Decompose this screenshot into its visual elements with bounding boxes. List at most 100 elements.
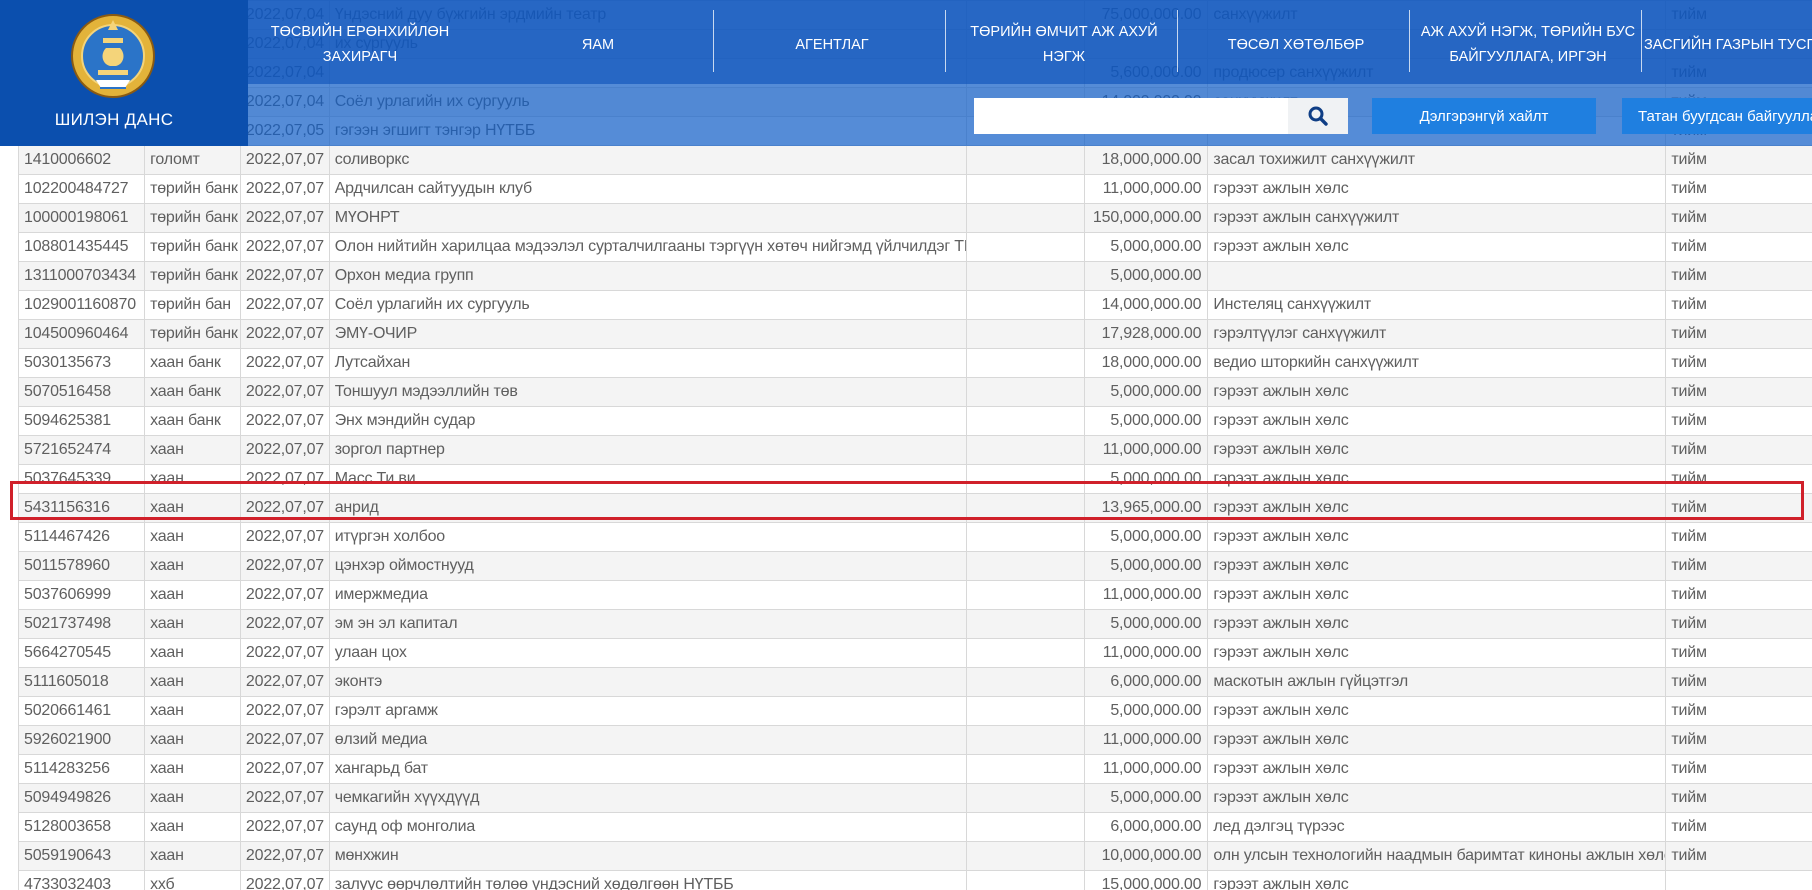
- table-row[interactable]: 1029001160870 төрийн бан 2022,07,07 Соёл ур…: [18, 290, 1812, 320]
- table-row[interactable]: 108801435445 төрийн банк 2022,07,07 Олон ни…: [18, 232, 1812, 262]
- cell-date: 2022,07,07: [239, 754, 330, 784]
- cell-bank: хаан: [144, 522, 241, 552]
- advanced-search-button[interactable]: Дэлгэрэнгүй хайлт: [1372, 98, 1596, 134]
- cell-amount: 14,000,000.00: [1084, 290, 1209, 320]
- table-row[interactable]: 5037606999 хаан 2022,07,07 имержмедиа 11,000…: [18, 580, 1812, 610]
- table-row[interactable]: 5431156316 хаан 2022,07,07 анрид 13,965,000.…: [18, 493, 1812, 523]
- cell-blank: [966, 174, 1086, 204]
- cell-description: Инстеляц санхүүжилт: [1207, 290, 1667, 320]
- table-row[interactable]: 5030135673 хаан банк 2022,07,07 Лутсайхан 18…: [18, 348, 1812, 378]
- cell-account: 5059190643: [18, 841, 146, 871]
- table-row[interactable]: 5111605018 хаан 2022,07,07 эконтэ 6,000,000.…: [18, 667, 1812, 697]
- table-row[interactable]: 5037645339 хаан 2022,07,07 Масс Ти ви 5,000,…: [18, 464, 1812, 494]
- cell-recipient: ЭМҮ-ОЧИР: [328, 319, 968, 349]
- cell-date: 2022,07,07: [239, 290, 330, 320]
- table-row[interactable]: 5011578960 хаан 2022,07,07 цэнхэр оймостнуу…: [18, 551, 1812, 581]
- table-row[interactable]: 5059190643 хаан 2022,07,07 мөнхжин 10,000,00…: [18, 841, 1812, 871]
- cell-amount: 6,000,000.00: [1084, 812, 1209, 842]
- cell-description: [1207, 261, 1667, 291]
- table-row[interactable]: 5070516458 хаан банк 2022,07,07 Тоншуул мэд…: [18, 377, 1812, 407]
- cell-blank: [966, 754, 1086, 784]
- cell-recipient: Масс Ти ви: [328, 464, 968, 494]
- cell-amount: 5,000,000.00: [1084, 522, 1209, 552]
- table-row[interactable]: 5128003658 хаан 2022,07,07 саунд оф монголи…: [18, 812, 1812, 842]
- cell-bank: хаан: [144, 638, 241, 668]
- cell-description: гэрээт ажлын хөлс: [1207, 870, 1667, 890]
- nav-item-1[interactable]: ТӨСВИЙН ЕРӨНХИЙЛӨН ЗАХИРАГЧ: [250, 14, 470, 76]
- cell-account: 5030135673: [18, 348, 146, 378]
- nav-separator: [1641, 10, 1642, 72]
- table-row[interactable]: 5114467426 хаан 2022,07,07 итүргэн холбоо 5,…: [18, 522, 1812, 552]
- search-input[interactable]: [974, 98, 1288, 134]
- cell-amount: 5,000,000.00: [1084, 551, 1209, 581]
- cell-account: 5926021900: [18, 725, 146, 755]
- search-button[interactable]: [1288, 98, 1348, 134]
- table-row[interactable]: 1410006602 голомт 2022,07,07 соливоркс 18,00…: [18, 145, 1812, 175]
- cell-recipient: чемкагийн хүүхдүүд: [328, 783, 968, 813]
- nav-separator: [1409, 10, 1410, 72]
- nav-separator: [1177, 10, 1178, 72]
- nav-item-5[interactable]: ТӨСӨЛ ХӨТӨЛБӨР: [1180, 14, 1412, 76]
- cell-recipient: имержмедиа: [328, 580, 968, 610]
- cell-description: гэрээт ажлын хөлс: [1207, 464, 1667, 494]
- cell-recipient: Лутсайхан: [328, 348, 968, 378]
- cell-bank: хаан: [144, 609, 241, 639]
- cell-date: 2022,07,07: [239, 406, 330, 436]
- table-row[interactable]: 5721652474 хаан 2022,07,07 зоргол партнер 11…: [18, 435, 1812, 465]
- table-row[interactable]: 5664270545 хаан 2022,07,07 улаан цох 11,000,…: [18, 638, 1812, 668]
- table-row[interactable]: 5094949826 хаан 2022,07,07 чемкагийн хүүхдү…: [18, 783, 1812, 813]
- table-row[interactable]: 1311000703434 төрийн банк 2022,07,07 Орхон …: [18, 261, 1812, 291]
- table-row[interactable]: 100000198061 төрийн банк 2022,07,07 МҮОНРТ 1…: [18, 203, 1812, 233]
- cell-account: 5021737498: [18, 609, 146, 639]
- cell-recipient: улаан цох: [328, 638, 968, 668]
- cell-description: гэрээт ажлын хөлс: [1207, 696, 1667, 726]
- cell-blank: [966, 609, 1086, 639]
- cell-date: 2022,07,07: [239, 580, 330, 610]
- cell-bank: хаан: [144, 696, 241, 726]
- cell-amount: 11,000,000.00: [1084, 435, 1209, 465]
- cell-flag: тийм: [1665, 261, 1812, 291]
- nav-item-6[interactable]: АЖ АХУЙ НЭГЖ, ТӨРИЙН БУС БАЙГУУЛЛАГА, ИР…: [1412, 14, 1644, 76]
- nav-item-2[interactable]: ЯАМ: [482, 14, 714, 76]
- cell-description: ведио шторкийн санхүүжилт: [1207, 348, 1667, 378]
- cell-amount: 5,000,000.00: [1084, 609, 1209, 639]
- cell-blank: [966, 464, 1086, 494]
- dissolved-organizations-button[interactable]: Татан буугдсан байгууллага: [1622, 98, 1812, 134]
- table-row[interactable]: 5114283256 хаан 2022,07,07 хангарьд бат 11,0…: [18, 754, 1812, 784]
- cell-amount: 17,928,000.00: [1084, 319, 1209, 349]
- cell-bank: төрийн бан: [144, 290, 241, 320]
- cell-account: 5011578960: [18, 551, 146, 581]
- site-logo[interactable]: ШИЛЭН ДАНС: [0, 0, 248, 146]
- cell-bank: төрийн банк: [144, 203, 241, 233]
- cell-flag: тийм: [1665, 841, 1812, 871]
- cell-flag: тийм: [1665, 348, 1812, 378]
- cell-blank: [966, 435, 1086, 465]
- table-row[interactable]: 5020661461 хаан 2022,07,07 гэрэлт аргамж 5,0…: [18, 696, 1812, 726]
- table-row[interactable]: 5926021900 хаан 2022,07,07 өлзий медиа 11,00…: [18, 725, 1812, 755]
- cell-flag: тийм: [1665, 783, 1812, 813]
- cell-date: 2022,07,07: [239, 145, 330, 175]
- nav-item-3[interactable]: АГЕНТЛАГ: [716, 14, 948, 76]
- cell-account: 5094625381: [18, 406, 146, 436]
- cell-bank: хаан: [144, 841, 241, 871]
- table-row[interactable]: 5094625381 хаан банк 2022,07,07 Энх мэндийн…: [18, 406, 1812, 436]
- table-row[interactable]: 102200484727 төрийн банк 2022,07,07 Ардчилс…: [18, 174, 1812, 204]
- nav-item-4[interactable]: ТӨРИЙН ӨМЧИТ АЖ АХУЙ НЭГЖ: [948, 14, 1180, 76]
- cell-recipient: эм эн эл капитал: [328, 609, 968, 639]
- cell-bank: хаан: [144, 464, 241, 494]
- cell-recipient: Соёл урлагийн их сургууль: [328, 290, 968, 320]
- cell-account: 5128003658: [18, 812, 146, 842]
- cell-bank: хаан: [144, 812, 241, 842]
- cell-blank: [966, 377, 1086, 407]
- cell-flag: тийм: [1665, 812, 1812, 842]
- cell-date: 2022,07,07: [239, 812, 330, 842]
- cell-flag: тийм: [1665, 290, 1812, 320]
- cell-date: 2022,07,07: [239, 609, 330, 639]
- table-row[interactable]: 4733032403 ххб 2022,07,07 залуус өөрчлөлтий…: [18, 870, 1812, 890]
- nav-item-7[interactable]: ЗАСГИЙН ГАЗРЫН ТУСГАЙ: [1644, 14, 1812, 76]
- table-row[interactable]: 104500960464 төрийн банк 2022,07,07 ЭМҮ-ОЧИ…: [18, 319, 1812, 349]
- cell-date: 2022,07,07: [239, 696, 330, 726]
- cell-description: гэрээт ажлын хөлс: [1207, 377, 1667, 407]
- table-row[interactable]: 5021737498 хаан 2022,07,07 эм эн эл капитал…: [18, 609, 1812, 639]
- cell-amount: 11,000,000.00: [1084, 580, 1209, 610]
